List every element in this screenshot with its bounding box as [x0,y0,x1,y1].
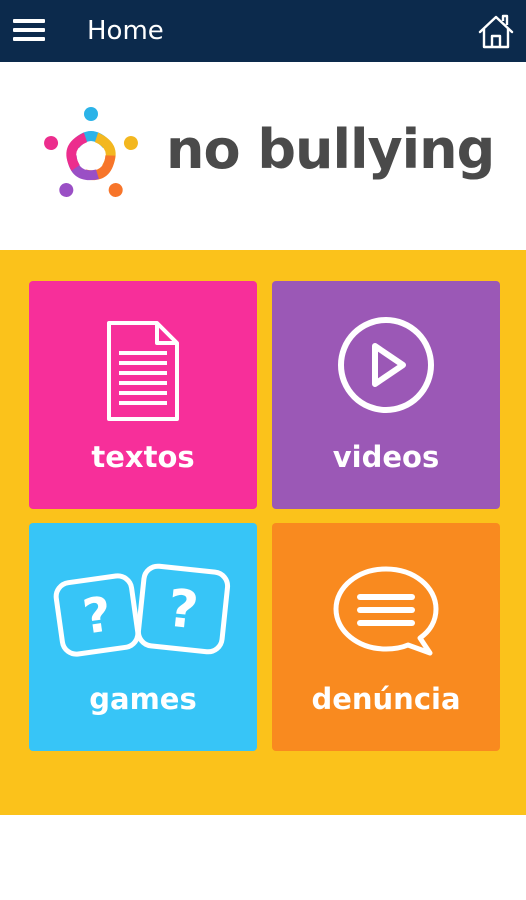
brand-name: no bullying [166,118,495,181]
menu-button[interactable] [13,16,45,44]
home-icon [478,14,514,49]
textos-tile[interactable]: textos [29,281,257,509]
speech-bubble-icon [333,566,439,656]
games-label: games [89,682,197,716]
question-dice-icon: ? ? [53,563,231,657]
hamburger-menu-icon [13,19,45,23]
people-star-logo [44,107,138,197]
hamburger-menu-icon-bar [13,28,45,32]
svg-text:?: ? [79,586,114,645]
videos-tile[interactable]: videos [272,281,500,509]
brand-header: no bullying [0,62,526,250]
games-tile[interactable]: ? ? games [29,523,257,751]
document-icon [107,321,179,421]
home-button[interactable] [477,12,515,50]
textos-label: textos [91,440,195,474]
denuncia-tile[interactable]: denúncia [272,523,500,751]
hamburger-menu-icon-bar [13,37,45,41]
page-title: Home [87,16,164,46]
app-bar: Home [0,0,526,62]
svg-text:?: ? [165,579,201,642]
videos-label: videos [332,440,440,474]
play-circle-icon [338,317,434,413]
denuncia-label: denúncia [311,682,461,716]
